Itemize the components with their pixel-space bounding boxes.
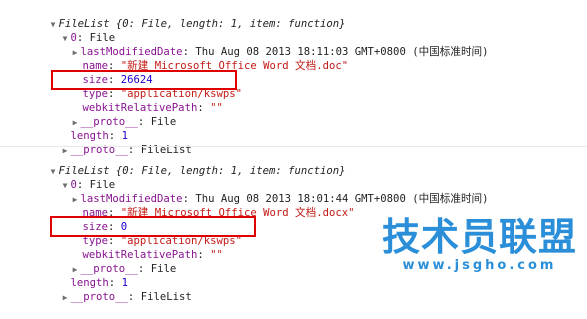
webkit-relative-path-row: webkitRelativePath: "" (82, 102, 223, 114)
name-row: name: "新建 Microsoft Office Word 文档.docx" (82, 207, 355, 219)
filelist-header[interactable]: ▼ FileList {0: File, length: 1, item: fun… (22, 3, 346, 30)
length-row: length: 1 (70, 277, 128, 289)
collapsed-triangle-icon[interactable]: ▶ (60, 291, 71, 305)
entry-divider (0, 146, 587, 147)
watermark-logo-text: 技术员联盟 (381, 215, 577, 259)
file-proto-row[interactable]: ▶ __proto__: File (44, 248, 177, 275)
last-modified-row[interactable]: ▶ lastModifiedDate: Thu Aug 08 2013 18:01… (44, 178, 489, 205)
name-row: name: "新建 Microsoft Office Word 文档.doc" (82, 60, 349, 72)
length-row: length: 1 (70, 130, 128, 142)
filelist-proto-row[interactable]: ▶ __proto__: FileList (34, 276, 192, 303)
filelist-header[interactable]: ▼ FileList {0: File, length: 1, item: fun… (22, 150, 346, 177)
file-item-row[interactable]: ▼ 0: File (34, 164, 116, 191)
last-modified-row[interactable]: ▶ lastModifiedDate: Thu Aug 08 2013 18:11… (44, 31, 489, 58)
file-proto-row[interactable]: ▶ __proto__: File (44, 101, 177, 128)
file-item-row[interactable]: ▼ 0: File (34, 17, 116, 44)
filelist-proto-row[interactable]: ▶ __proto__: FileList (34, 129, 192, 156)
site-watermark: 技术员联盟 www.jsgho.com (382, 216, 577, 274)
watermark-url: www.jsgho.com (402, 258, 557, 273)
webkit-relative-path-row: webkitRelativePath: "" (82, 249, 223, 261)
